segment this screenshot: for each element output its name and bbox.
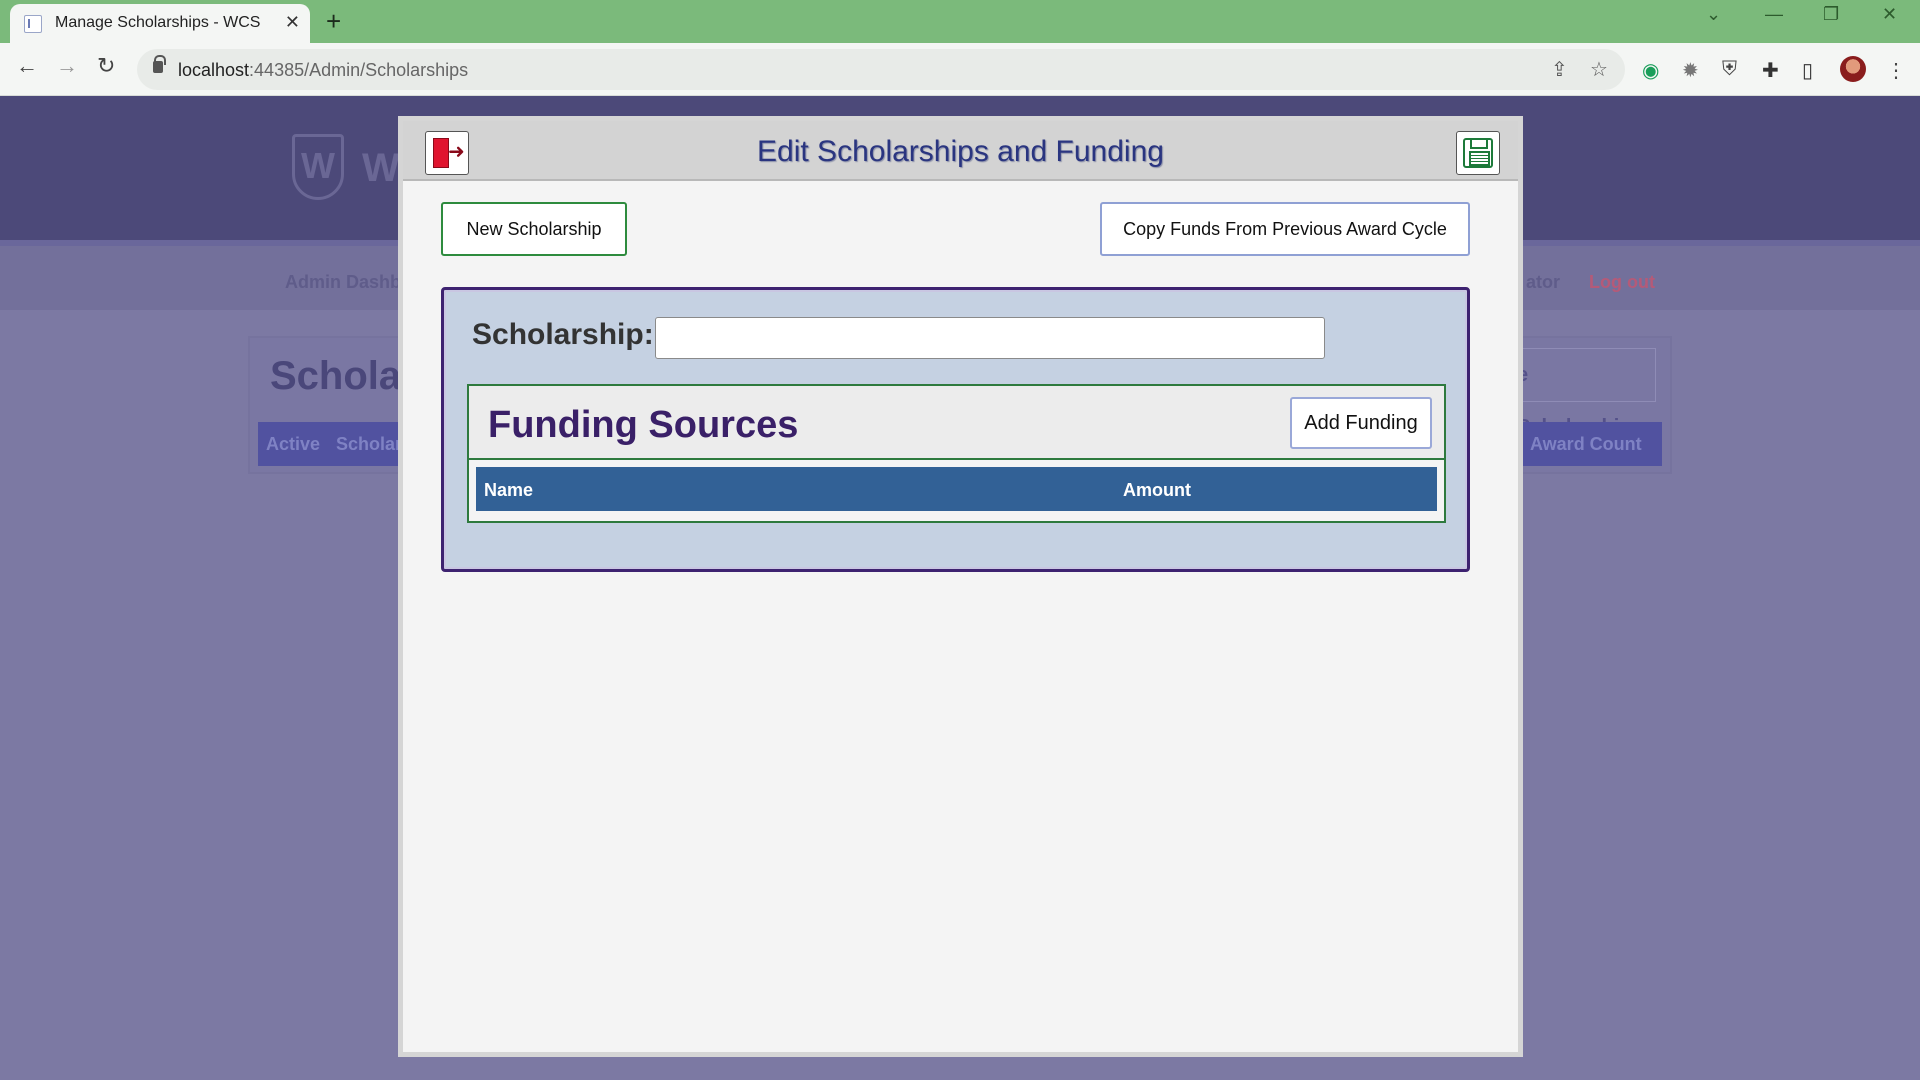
close-tab-icon[interactable]: ✕ xyxy=(285,12,300,33)
browser-tab-bar: Manage Scholarships - WCS ✕ + ⌄ — ❐ ✕ xyxy=(0,0,1920,43)
funding-sources-title: Funding Sources xyxy=(488,404,799,446)
edit-scholarships-modal: ➜ Edit Scholarships and Funding New Scho… xyxy=(398,116,1523,1057)
url-text: localhost:44385/Admin/Scholarships xyxy=(178,60,468,81)
lock-icon xyxy=(153,55,166,73)
scholarship-panel: Scholarship: Funding Sources Add Funding… xyxy=(441,287,1470,572)
new-scholarship-button[interactable]: New Scholarship xyxy=(441,202,627,256)
funding-table-header: Name Amount xyxy=(476,467,1437,511)
column-header-scholarship[interactable]: Scholar xyxy=(336,434,402,455)
reload-icon[interactable]: ↻ xyxy=(97,53,115,79)
restore-button[interactable]: ❐ xyxy=(1823,4,1839,25)
scholarship-label: Scholarship: xyxy=(472,318,654,351)
bookmark-star-icon[interactable]: ☆ xyxy=(1590,57,1608,82)
grammarly-extension-icon[interactable]: ◉ xyxy=(1642,58,1659,83)
url-host: localhost xyxy=(178,60,250,80)
save-button[interactable] xyxy=(1456,131,1500,175)
funding-sources-section: Funding Sources Add Funding Name Amount xyxy=(467,384,1446,523)
manage-scholarships-button[interactable]: e Scholarships xyxy=(1506,348,1656,438)
copy-funds-button[interactable]: Copy Funds From Previous Award Cycle xyxy=(1100,202,1470,256)
share-icon[interactable]: ⇪ xyxy=(1551,57,1568,82)
modal-title: Edit Scholarships and Funding xyxy=(757,135,1164,168)
profile-avatar[interactable] xyxy=(1840,56,1866,82)
column-header-award-count[interactable]: Award Count xyxy=(1530,434,1642,455)
scholarship-name-input[interactable] xyxy=(655,317,1325,359)
shield-logo-icon: W xyxy=(292,134,344,200)
funding-sources-header: Funding Sources Add Funding xyxy=(469,386,1444,460)
new-tab-button[interactable]: + xyxy=(326,6,341,37)
modal-header: ➜ Edit Scholarships and Funding xyxy=(403,121,1518,181)
column-header-amount[interactable]: Amount xyxy=(1123,480,1191,501)
forward-arrow-icon[interactable]: → xyxy=(56,53,78,79)
column-header-active[interactable]: Active xyxy=(266,434,320,455)
side-panel-icon[interactable]: ▯ xyxy=(1802,58,1813,83)
floppy-disk-icon xyxy=(1463,138,1493,168)
browser-tab[interactable]: Manage Scholarships - WCS ✕ xyxy=(10,4,310,43)
back-arrow-icon[interactable]: ← xyxy=(16,53,38,79)
url-path: :44385/Admin/Scholarships xyxy=(249,60,469,80)
column-header-name[interactable]: Name xyxy=(484,480,533,501)
page-favicon-icon xyxy=(24,15,42,33)
add-funding-button[interactable]: Add Funding xyxy=(1290,397,1432,449)
shield-extension-icon[interactable]: ⛨ xyxy=(1722,58,1737,81)
browser-menu-icon[interactable]: ⋮ xyxy=(1886,58,1906,83)
tab-title: Manage Scholarships - WCS xyxy=(55,14,261,31)
site-brand-text: W xyxy=(362,146,400,190)
extensions-puzzle-icon[interactable]: ✚ xyxy=(1762,58,1779,83)
nav-administrator[interactable]: ator xyxy=(1526,272,1560,293)
minimize-button[interactable]: — xyxy=(1765,4,1783,25)
nav-logout[interactable]: Log out xyxy=(1589,272,1655,293)
close-window-button[interactable]: ✕ xyxy=(1882,4,1897,25)
address-bar[interactable]: localhost:44385/Admin/Scholarships ⇪ ☆ xyxy=(137,49,1625,90)
nav-admin-dashboard[interactable]: Admin Dashb xyxy=(285,272,401,293)
browser-toolbar: ← → ↻ localhost:44385/Admin/Scholarships… xyxy=(0,43,1920,96)
tab-search-icon[interactable]: ⌄ xyxy=(1706,4,1721,25)
bug-extension-icon[interactable]: ✹ xyxy=(1682,58,1699,83)
page-title: Scholar xyxy=(270,354,417,398)
